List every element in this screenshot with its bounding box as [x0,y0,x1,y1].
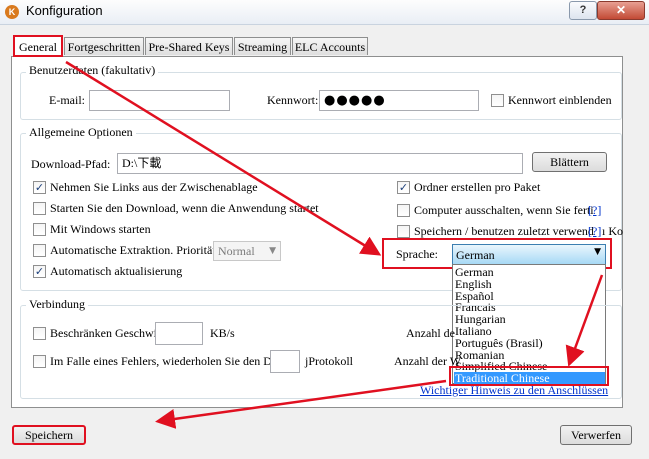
arrow-language-to-option [565,274,604,367]
tab-general[interactable]: General [13,35,63,57]
arrow-option-to-save [155,379,447,429]
annotation-arrows [65,60,604,429]
arrow-tab-to-language [65,60,382,256]
